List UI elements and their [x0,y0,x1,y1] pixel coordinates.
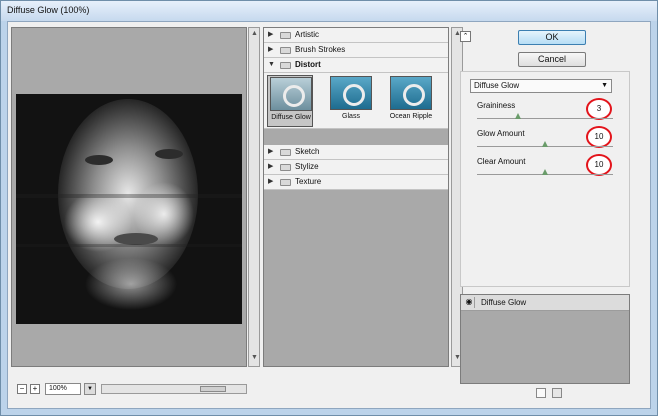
zoom-level-field[interactable]: 100% [45,383,81,395]
filter-thumb-glass[interactable]: Glass [328,75,374,127]
title-bar[interactable]: Diffuse Glow (100%) [1,1,657,21]
ok-button[interactable]: OK [518,30,586,45]
folder-icon [280,47,291,54]
effect-layers-panel: ◉ Diffuse Glow [460,294,630,384]
expand-arrow-icon[interactable]: ▶ [268,43,273,57]
filter-thumb-label: Ocean Ripple [389,113,433,120]
graininess-slider-knob[interactable] [514,113,521,119]
clear-amount-label: Clear Amount [477,157,526,166]
folder-icon [280,32,291,39]
category-artistic[interactable]: ▶ Artistic [264,28,448,43]
glow-amount-input[interactable]: 10 [586,126,612,148]
graininess-input[interactable]: 3 [586,98,612,120]
graininess-label: Graininess [477,101,516,110]
delete-effect-layer-icon[interactable] [552,388,562,398]
expand-arrow-icon[interactable]: ▶ [268,160,273,174]
zoom-out-button[interactable]: − [17,384,27,394]
portrait-glow-image [16,94,242,324]
filter-thumb-ocean-ripple[interactable]: Ocean Ripple [388,75,434,127]
dialog-body: ▲ ▼ − + 100% ▼ ▶ Artistic ▶ Brush Stroke… [7,21,651,409]
folder-icon [280,179,291,186]
filter-thumbnail-image [270,77,312,111]
collapse-arrow-icon[interactable]: ▼ [268,58,275,72]
graininess-slider-track[interactable] [477,118,613,119]
filter-thumb-diffuse-glow[interactable]: Diffuse Glow [267,75,313,127]
category-label: Artistic [295,30,319,39]
filter-gallery-window: Diffuse Glow (100%) ▲ ▼ − + 100% ▼ ▶ Art… [0,0,658,416]
filter-select[interactable]: Diffuse Glow ▼ [470,79,612,93]
glow-amount-control: Glow Amount 10 [470,124,626,148]
preview-image[interactable] [16,94,242,324]
category-label: Texture [295,177,322,186]
category-label: Distort [295,60,321,69]
preview-horizontal-scrollbar[interactable] [101,384,247,394]
graininess-control: Graininess 3 [470,96,626,120]
distort-filter-thumbnails: Diffuse Glow Glass Ocean Ripple [264,73,448,129]
clear-amount-control: Clear Amount 10 [470,152,626,176]
scrollbar-thumb[interactable] [200,386,226,392]
zoom-bar: − + 100% ▼ [11,382,261,398]
expand-arrow-icon[interactable]: ▶ [268,145,273,159]
filter-thumbnail-image [330,76,372,110]
glow-amount-slider-knob[interactable] [542,141,548,147]
effect-layer-item[interactable]: ◉ Diffuse Glow [461,295,629,311]
window-title: Diffuse Glow (100%) [7,5,90,15]
filter-settings-panel: Diffuse Glow ▼ Graininess 3 Glow Amount … [460,71,630,287]
folder-icon [280,164,291,171]
cancel-button[interactable]: Cancel [518,52,586,67]
glow-amount-label: Glow Amount [477,129,525,138]
eye-visibility-icon[interactable]: ◉ [464,297,475,308]
filter-category-list: ▶ Artistic ▶ Brush Strokes ▼ Distort Dif… [263,27,449,367]
filter-thumb-label: Glass [342,113,360,120]
expand-arrow-icon[interactable]: ▶ [268,175,273,189]
category-label: Stylize [295,162,319,171]
category-distort[interactable]: ▼ Distort [264,58,448,73]
zoom-dropdown-icon[interactable]: ▼ [84,383,96,395]
preview-vertical-scrollbar[interactable]: ▲ ▼ [248,27,260,367]
filter-thumb-label: Diffuse Glow [271,114,311,121]
category-label: Sketch [295,147,320,156]
chevron-down-icon[interactable]: ▼ [601,80,608,92]
collapse-gallery-icon[interactable]: ⌃ [460,31,471,42]
expand-arrow-icon[interactable]: ▶ [268,28,273,42]
scroll-down-arrow-icon[interactable]: ▼ [251,354,258,361]
zoom-in-button[interactable]: + [30,384,40,394]
scroll-up-arrow-icon[interactable]: ▲ [251,30,258,37]
open-folder-icon [280,62,291,69]
folder-icon [280,149,291,156]
new-effect-layer-icon[interactable] [536,388,546,398]
preview-pane [11,27,247,367]
effect-layer-label: Diffuse Glow [481,298,527,307]
filter-select-value: Diffuse Glow [474,81,520,90]
category-stylize[interactable]: ▶ Stylize [264,160,448,175]
clear-amount-input[interactable]: 10 [586,154,612,176]
category-texture[interactable]: ▶ Texture [264,175,448,190]
clear-amount-slider-knob[interactable] [542,169,548,175]
category-brush-strokes[interactable]: ▶ Brush Strokes [264,43,448,58]
category-label: Brush Strokes [295,45,346,54]
filter-thumbnail-image [390,76,432,110]
category-sketch[interactable]: ▶ Sketch [264,145,448,160]
